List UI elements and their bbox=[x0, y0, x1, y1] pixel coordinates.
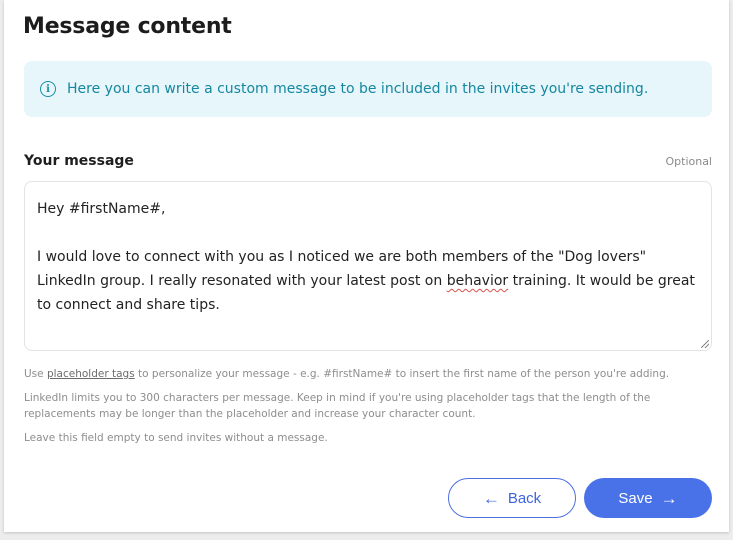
help-character-limit: LinkedIn limits you to 300 characters pe… bbox=[24, 392, 651, 420]
message-field-label: Your message bbox=[24, 153, 134, 169]
misspelled-word: behavior bbox=[446, 273, 509, 289]
placeholder-tags-link[interactable]: placeholder tags bbox=[47, 368, 135, 380]
resize-handle[interactable] bbox=[701, 340, 709, 348]
message-textarea[interactable]: Hey #firstName#, I would love to connect… bbox=[24, 181, 712, 351]
message-line-3-end: training. It would be great bbox=[508, 273, 695, 289]
page-title: Message content bbox=[23, 14, 232, 39]
optional-label: Optional bbox=[665, 155, 712, 168]
message-label-row: Your message Optional bbox=[24, 153, 712, 169]
help-empty-field: Leave this field empty to send invites w… bbox=[24, 432, 328, 444]
message-line-1: Hey #firstName#, bbox=[37, 201, 166, 217]
help-suffix: to personalize your message - e.g. #firs… bbox=[134, 368, 670, 380]
message-line-4: to connect and share tips. bbox=[37, 297, 220, 313]
back-button[interactable]: ← Back bbox=[448, 478, 576, 518]
message-line-3-start: LinkedIn group. I really resonated with … bbox=[37, 273, 447, 289]
info-banner-text: Here you can write a custom message to b… bbox=[67, 81, 649, 97]
help-placeholder-tags: Use placeholder tags to personalize your… bbox=[24, 366, 704, 382]
arrow-left-icon: ← bbox=[482, 488, 500, 508]
info-icon: i bbox=[40, 81, 56, 97]
message-line-3: LinkedIn group. I really resonated with … bbox=[37, 269, 699, 293]
back-button-label: Back bbox=[507, 489, 542, 507]
message-line-2: I would love to connect with you as I no… bbox=[37, 249, 647, 265]
save-button[interactable]: Save → bbox=[584, 478, 712, 518]
save-button-label: Save bbox=[618, 489, 653, 507]
message-blank-line bbox=[37, 221, 699, 245]
info-banner: i Here you can write a custom message to… bbox=[24, 61, 712, 117]
arrow-right-icon: → bbox=[660, 488, 678, 508]
message-content-card: Message content i Here you can write a c… bbox=[4, 0, 729, 532]
help-prefix: Use bbox=[24, 368, 47, 380]
